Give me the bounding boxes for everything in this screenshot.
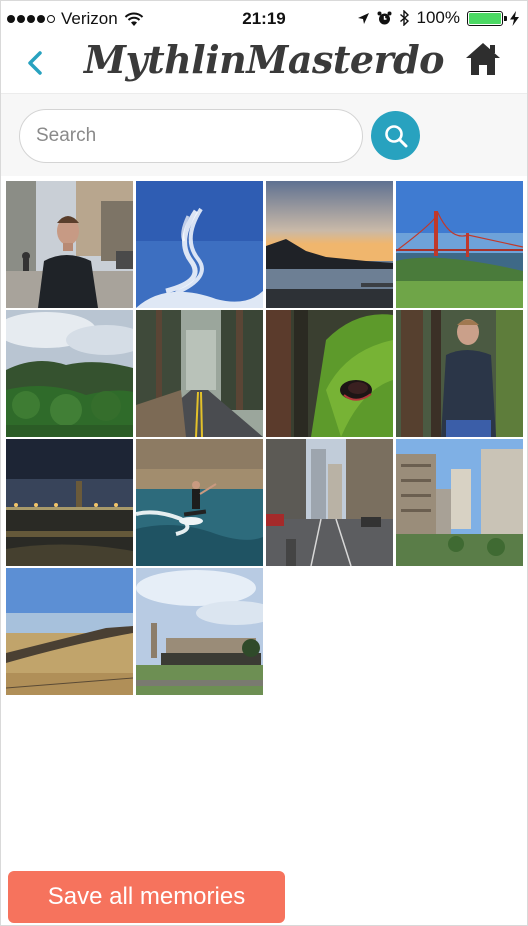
home-button[interactable]	[463, 39, 503, 79]
photo-tile[interactable]	[6, 181, 133, 308]
photo-tile[interactable]	[266, 439, 393, 566]
status-bar: Verizon 21:19 100%	[1, 1, 527, 35]
navigation-bar: MythlinMasterdo	[1, 35, 527, 93]
photo-tile[interactable]	[396, 181, 523, 308]
photo-tile[interactable]	[6, 439, 133, 566]
photo-ferry-building	[136, 568, 263, 695]
photo-mossy-tree	[266, 310, 393, 437]
alarm-clock-icon	[377, 11, 392, 24]
photo-tile[interactable]	[136, 568, 263, 695]
photo-forest-road	[136, 310, 263, 437]
photo-tile[interactable]	[266, 310, 393, 437]
search-input[interactable]	[19, 109, 363, 163]
photo-tile[interactable]	[6, 310, 133, 437]
location-arrow-icon	[357, 12, 369, 24]
photo-tile[interactable]	[136, 181, 263, 308]
phone-screen: Verizon 21:19 100% MythlinMasterdo Searc…	[0, 0, 528, 926]
photo-wakeboarder	[136, 439, 263, 566]
photo-tile[interactable]	[136, 310, 263, 437]
photo-tile[interactable]	[266, 181, 393, 308]
search-button[interactable]	[371, 111, 420, 160]
photo-man-forest	[396, 310, 523, 437]
battery-icon	[467, 10, 507, 26]
save-all-memories-button[interactable]: Save all memories	[8, 871, 285, 923]
battery-percent: 100%	[416, 8, 460, 27]
photo-grid	[6, 181, 523, 695]
home-icon	[466, 43, 500, 75]
bluetooth-icon	[399, 10, 409, 26]
status-right: 100%	[357, 8, 519, 28]
photo-man-street	[6, 181, 133, 308]
photo-sunset-water	[266, 181, 393, 308]
photo-tile[interactable]	[136, 439, 263, 566]
photo-tile[interactable]	[6, 568, 133, 695]
photo-green-hills	[6, 310, 133, 437]
app-title: MythlinMasterdo	[83, 37, 445, 82]
photo-tile[interactable]	[396, 439, 523, 566]
photo-city-buildings	[396, 439, 523, 566]
photo-tile[interactable]	[396, 310, 523, 437]
photo-contrails	[136, 181, 263, 308]
charging-bolt-icon	[510, 10, 519, 26]
photo-pier-night	[6, 439, 133, 566]
magnifier-icon	[384, 124, 407, 147]
search-bar	[1, 93, 527, 176]
photo-downtown-street	[266, 439, 393, 566]
photo-grassland	[6, 568, 133, 695]
photo-golden-gate	[396, 181, 523, 308]
